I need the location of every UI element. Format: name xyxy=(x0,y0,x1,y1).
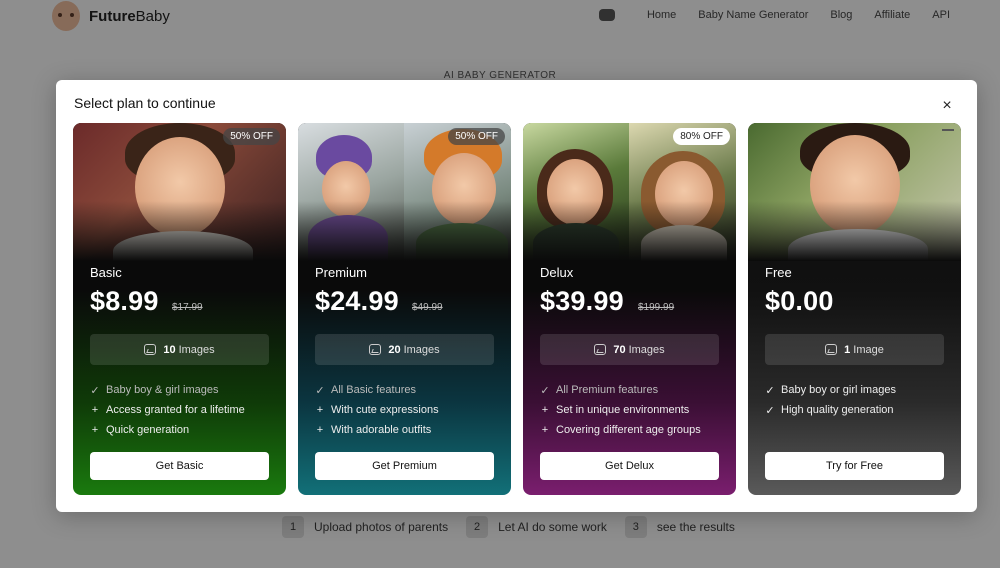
images-count: 70 xyxy=(613,343,626,356)
plan-card-free: Free $0.00 1 Image ✓ Baby boy or girl ima… xyxy=(748,123,961,495)
plan-card-premium: 50% OFF Premium $24.99 $49.99 20 Images … xyxy=(298,123,511,495)
image-icon xyxy=(825,344,838,355)
feature-item: ✓ All Basic features xyxy=(315,380,439,400)
check-icon: ✓ xyxy=(540,384,550,397)
feature-text: Baby boy or girl images xyxy=(781,384,896,396)
modal-title: Select plan to continue xyxy=(74,95,216,111)
get-basic-button[interactable]: Get Basic xyxy=(90,452,269,480)
feature-text: All Basic features xyxy=(331,384,416,396)
feature-text: With cute expressions xyxy=(331,404,439,416)
badge-placeholder xyxy=(942,129,954,131)
discount-badge: 80% OFF xyxy=(673,128,730,145)
feature-list: ✓ All Basic features + With cute expressio… xyxy=(315,380,439,440)
feature-list: ✓ All Premium features + Set in unique env… xyxy=(540,380,701,440)
feature-text: Baby boy & girl images xyxy=(106,384,219,396)
images-count-box: 70 Images xyxy=(540,334,719,365)
plus-icon: + xyxy=(541,424,549,436)
check-icon: ✓ xyxy=(90,384,100,397)
feature-item: ✓ Baby boy or girl images xyxy=(765,380,896,400)
feature-item: ✓ All Premium features xyxy=(540,380,701,400)
images-label: Images xyxy=(403,343,440,356)
feature-text: All Premium features xyxy=(556,384,659,396)
plus-icon: + xyxy=(91,424,99,436)
feature-item: ✓ Baby boy & girl images xyxy=(90,380,245,400)
feature-item: + Access granted for a lifetime xyxy=(90,400,245,420)
plus-icon: + xyxy=(91,404,99,416)
plus-icon: + xyxy=(316,424,324,436)
plan-card-delux: 80% OFF Delux $39.99 $199.99 70 Images ✓… xyxy=(523,123,736,495)
feature-item: + Quick generation xyxy=(90,420,245,440)
get-delux-button[interactable]: Get Delux xyxy=(540,452,719,480)
plan-name: Delux xyxy=(540,265,574,280)
feature-item: + With adorable outfits xyxy=(315,420,439,440)
plan-price: $0.00 xyxy=(765,286,834,316)
plan-photo-free xyxy=(748,123,961,261)
check-icon: ✓ xyxy=(765,404,775,417)
plan-old-price: $199.99 xyxy=(638,302,675,313)
feature-text: Set in unique environments xyxy=(556,404,690,416)
plus-icon: + xyxy=(541,404,549,416)
plan-price: $8.99 xyxy=(90,286,159,316)
plan-price: $24.99 xyxy=(315,286,399,316)
plan-old-price: $49.99 xyxy=(412,302,443,313)
discount-badge: 50% OFF xyxy=(223,128,280,145)
images-count-box: 20 Images xyxy=(315,334,494,365)
check-icon: ✓ xyxy=(765,384,775,397)
plan-name: Premium xyxy=(315,265,368,280)
images-count: 20 xyxy=(388,343,401,356)
feature-text: Access granted for a lifetime xyxy=(106,404,245,416)
get-premium-button[interactable]: Get Premium xyxy=(315,452,494,480)
image-icon xyxy=(369,344,382,355)
try-for-free-button[interactable]: Try for Free xyxy=(765,452,944,480)
plan-old-price: $17.99 xyxy=(172,302,203,313)
discount-badge: 50% OFF xyxy=(448,128,505,145)
plan-selection-modal: Select plan to continue × 50% OFF Basic … xyxy=(56,80,977,512)
image-icon xyxy=(144,344,157,355)
close-icon[interactable]: × xyxy=(939,98,955,114)
feature-item: + Set in unique environments xyxy=(540,400,701,420)
feature-item: ✓ High quality generation xyxy=(765,400,896,420)
image-icon xyxy=(594,344,607,355)
feature-text: With adorable outfits xyxy=(331,424,432,436)
images-label: Images xyxy=(178,343,215,356)
images-count: 10 xyxy=(163,343,176,356)
feature-item: + Covering different age groups xyxy=(540,420,701,440)
feature-text: Quick generation xyxy=(106,424,190,436)
images-count-box: 10 Images xyxy=(90,334,269,365)
feature-item: + With cute expressions xyxy=(315,400,439,420)
images-label: Image xyxy=(853,343,884,356)
feature-list: ✓ Baby boy & girl images + Access granted … xyxy=(90,380,245,440)
feature-list: ✓ Baby boy or girl images ✓ High quality g… xyxy=(765,380,896,420)
feature-text: High quality generation xyxy=(781,404,894,416)
plan-name: Basic xyxy=(90,265,122,280)
plan-cards: 50% OFF Basic $8.99 $17.99 10 Images ✓ Ba… xyxy=(73,123,961,495)
plan-price: $39.99 xyxy=(540,286,624,316)
check-icon: ✓ xyxy=(315,384,325,397)
feature-text: Covering different age groups xyxy=(556,424,701,436)
images-count-box: 1 Image xyxy=(765,334,944,365)
images-count: 1 xyxy=(844,343,851,356)
plan-card-basic: 50% OFF Basic $8.99 $17.99 10 Images ✓ Ba… xyxy=(73,123,286,495)
plus-icon: + xyxy=(316,404,324,416)
plan-name: Free xyxy=(765,265,792,280)
images-label: Images xyxy=(628,343,665,356)
